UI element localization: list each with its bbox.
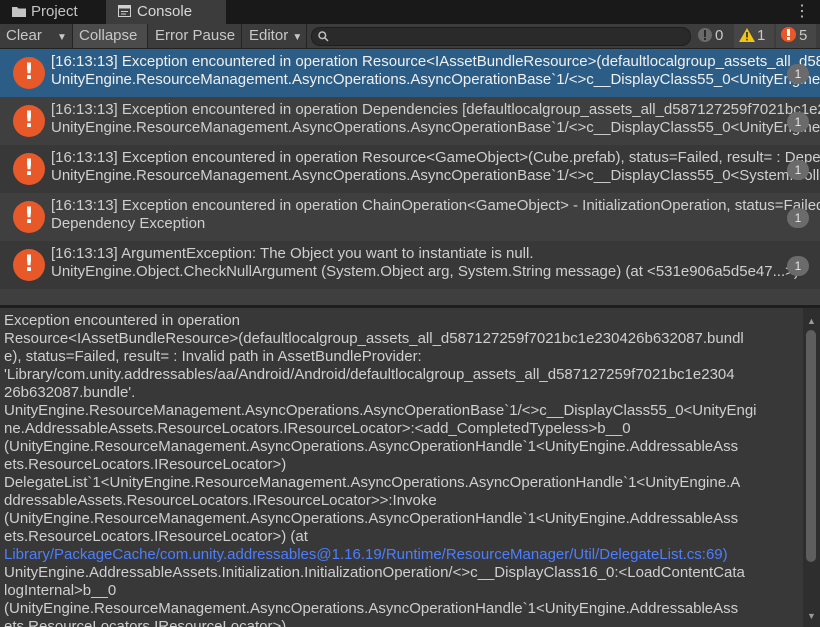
info-icon (698, 28, 712, 42)
log-entry[interactable]: ! [16:13:13] Exception encountered in op… (0, 193, 820, 241)
log-entry-list: ! [16:13:13] Exception encountered in op… (0, 49, 820, 305)
stacktrace-line: ets.ResourceLocators.IResourceLocator>) (4, 456, 287, 473)
stacktrace-line: (UnityEngine.ResourceManagement.AsyncOpe… (4, 600, 739, 617)
clear-button[interactable]: Clear (0, 24, 52, 48)
stacktrace-line: ets.ResourceLocators.IResourceLocator>) … (4, 528, 308, 545)
error-pause-toggle[interactable]: Error Pause (149, 24, 242, 48)
warning-count: 1 (757, 27, 766, 44)
console-icon (118, 1, 132, 17)
tab-console[interactable]: Console (106, 0, 226, 24)
warning-icon (739, 28, 755, 42)
log-entry[interactable]: ! [16:13:13] Exception encountered in op… (0, 97, 820, 145)
more-options-icon[interactable]: ⋮ (794, 2, 810, 22)
log-entry-message: [16:13:13] ArgumentException: The Object… (51, 245, 534, 262)
search-icon (318, 31, 329, 42)
scroll-down-icon[interactable]: ▼ (807, 611, 816, 621)
log-count: 0 (715, 27, 724, 44)
stacktrace-line: (UnityEngine.ResourceManagement.AsyncOpe… (4, 510, 739, 527)
tab-console-label: Console (137, 3, 193, 20)
log-entry-message: [16:13:13] Exception encountered in oper… (51, 149, 820, 166)
error-icon: ! (13, 57, 45, 89)
collapse-toggle[interactable]: Collapse (73, 24, 148, 48)
log-entry-message: [16:13:13] Exception encountered in oper… (51, 197, 820, 214)
scrollbar-thumb[interactable] (806, 330, 816, 562)
error-pause-label: Error Pause (155, 27, 236, 44)
editor-dropdown[interactable]: Editor ▼ (243, 24, 307, 48)
collapse-count-badge: 1 (787, 112, 809, 132)
stacktrace-text: Exception encountered in operation Resou… (4, 312, 799, 627)
error-icon: ! (13, 105, 45, 137)
tab-bar: Project Console ⋮ (0, 0, 820, 25)
chevron-down-icon: ▼ (57, 32, 67, 43)
collapse-count-badge: 1 (787, 64, 809, 84)
collapse-count-badge: 1 (787, 256, 809, 276)
tab-project[interactable]: Project (0, 0, 106, 24)
stacktrace-line: UnityEngine.AddressableAssets.Initializa… (4, 564, 745, 581)
stacktrace-line: Resource<IAssetBundleResource>(defaultlo… (4, 330, 744, 347)
error-icon: ! (13, 249, 45, 281)
error-icon: ! (13, 201, 45, 233)
stacktrace-line: Exception encountered in operation (4, 312, 241, 329)
stacktrace-line: 26b632087.bundle'. (4, 384, 136, 401)
log-count-toggle[interactable]: 0 (694, 24, 732, 48)
editor-dropdown-label: Editor (249, 27, 289, 44)
warning-count-toggle[interactable]: 1 (734, 24, 774, 48)
console-toolbar: Clear ▼ Collapse Error Pause Editor ▼ 0 … (0, 24, 820, 49)
error-icon (781, 27, 796, 42)
log-entry-stacktrace: UnityEngine.ResourceManagement.AsyncOper… (51, 119, 820, 136)
stacktrace-line: UnityEngine.ResourceManagement.AsyncOper… (4, 402, 757, 419)
log-entry-stacktrace: Dependency Exception (51, 215, 206, 232)
log-entry-message: [16:13:13] Exception encountered in oper… (51, 53, 820, 70)
log-entry[interactable]: ! [16:13:13] ArgumentException: The Obje… (0, 241, 820, 289)
log-entry[interactable]: ! [16:13:13] Exception encountered in op… (0, 49, 820, 97)
chevron-down-icon: ▼ (292, 32, 303, 43)
stacktrace-line: ddressableAssets.ResourceLocators.IResou… (4, 492, 437, 509)
scroll-up-icon[interactable]: ▲ (807, 316, 816, 326)
search-input[interactable] (311, 27, 691, 46)
log-entry[interactable]: ! [16:13:13] Exception encountered in op… (0, 145, 820, 193)
error-icon: ! (13, 153, 45, 185)
log-entry-stacktrace: UnityEngine.ResourceManagement.AsyncOper… (51, 167, 820, 184)
log-entry-stacktrace: UnityEngine.Object.CheckNullArgument (Sy… (51, 263, 799, 280)
stacktrace-line: DelegateList`1<UnityEngine.ResourceManag… (4, 474, 741, 491)
error-count: 5 (799, 27, 808, 44)
log-entry-stacktrace: UnityEngine.ResourceManagement.AsyncOper… (51, 71, 820, 88)
folder-icon (12, 1, 26, 17)
clear-button-label: Clear (6, 27, 42, 44)
list-filler (0, 289, 820, 305)
source-file-link[interactable]: Library/PackageCache/com.unity.addressab… (4, 546, 799, 564)
stacktrace-line: ne.AddressableAssets.ResourceLocators.IR… (4, 420, 631, 437)
stacktrace-line: logInternal>b__0 (4, 582, 117, 599)
error-count-toggle[interactable]: 5 (776, 24, 816, 48)
stacktrace-line: ets.ResourceLocators.IResourceLocator>) (4, 618, 287, 627)
log-entry-message: [16:13:13] Exception encountered in oper… (51, 101, 820, 118)
stacktrace-line: (UnityEngine.ResourceManagement.AsyncOpe… (4, 438, 739, 455)
clear-options-dropdown[interactable]: ▼ (52, 24, 73, 48)
collapse-count-badge: 1 (787, 160, 809, 180)
collapse-toggle-label: Collapse (79, 27, 138, 44)
stacktrace-line: e), status=Failed, result= : Invalid pat… (4, 348, 422, 365)
collapse-count-badge: 1 (787, 208, 809, 228)
stacktrace-detail-pane: Exception encountered in operation Resou… (0, 308, 820, 627)
stacktrace-line: 'Library/com.unity.addressables/aa/Andro… (4, 366, 735, 383)
tab-project-label: Project (31, 3, 78, 20)
vertical-scrollbar[interactable]: ▲ ▼ (803, 308, 820, 627)
